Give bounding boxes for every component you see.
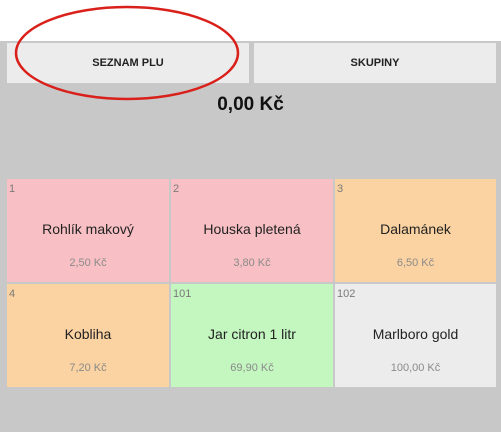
product-code: 3	[337, 183, 344, 195]
product-code: 4	[9, 288, 16, 300]
product-price: 7,20 Kč	[69, 362, 107, 374]
product-tile[interactable]: 4 Kobliha 7,20 Kč	[7, 284, 169, 387]
product-tile[interactable]: 3 Dalamánek 6,50 Kč	[335, 179, 496, 282]
product-tile[interactable]: 2 Houska pletená 3,80 Kč	[171, 179, 333, 282]
product-price: 2,50 Kč	[69, 257, 107, 269]
product-tile[interactable]: 101 Jar citron 1 litr 69,90 Kč	[171, 284, 333, 387]
product-code: 1	[9, 183, 16, 195]
product-name: Marlboro gold	[372, 326, 459, 342]
product-name: Jar citron 1 litr	[208, 326, 296, 342]
product-tile[interactable]: 102 Marlboro gold 100,00 Kč	[335, 284, 496, 387]
tab-plu-list[interactable]: SEZNAM PLU	[7, 43, 249, 83]
product-code: 2	[173, 183, 180, 195]
product-code: 101	[173, 288, 192, 300]
product-name: Dalamánek	[380, 221, 451, 237]
product-grid: 1 Rohlík makový 2,50 Kč 2 Houska pletená…	[7, 179, 496, 387]
product-price: 100,00 Kč	[390, 362, 441, 374]
total-amount: 0,00 Kč	[217, 94, 284, 115]
product-code: 102	[337, 288, 356, 300]
product-name: Houska pletená	[203, 221, 301, 237]
product-name: Rohlík makový	[42, 221, 134, 237]
product-name: Kobliha	[64, 326, 112, 342]
pos-screen: SEZNAM PLU SKUPINY 0,00 Kč 1 Rohlík mako…	[0, 41, 501, 432]
product-price: 3,80 Kč	[233, 257, 271, 269]
product-price: 69,90 Kč	[230, 362, 274, 374]
product-price: 6,50 Kč	[396, 257, 435, 269]
product-tile[interactable]: 1 Rohlík makový 2,50 Kč	[7, 179, 169, 282]
tab-groups[interactable]: SKUPINY	[254, 43, 496, 83]
